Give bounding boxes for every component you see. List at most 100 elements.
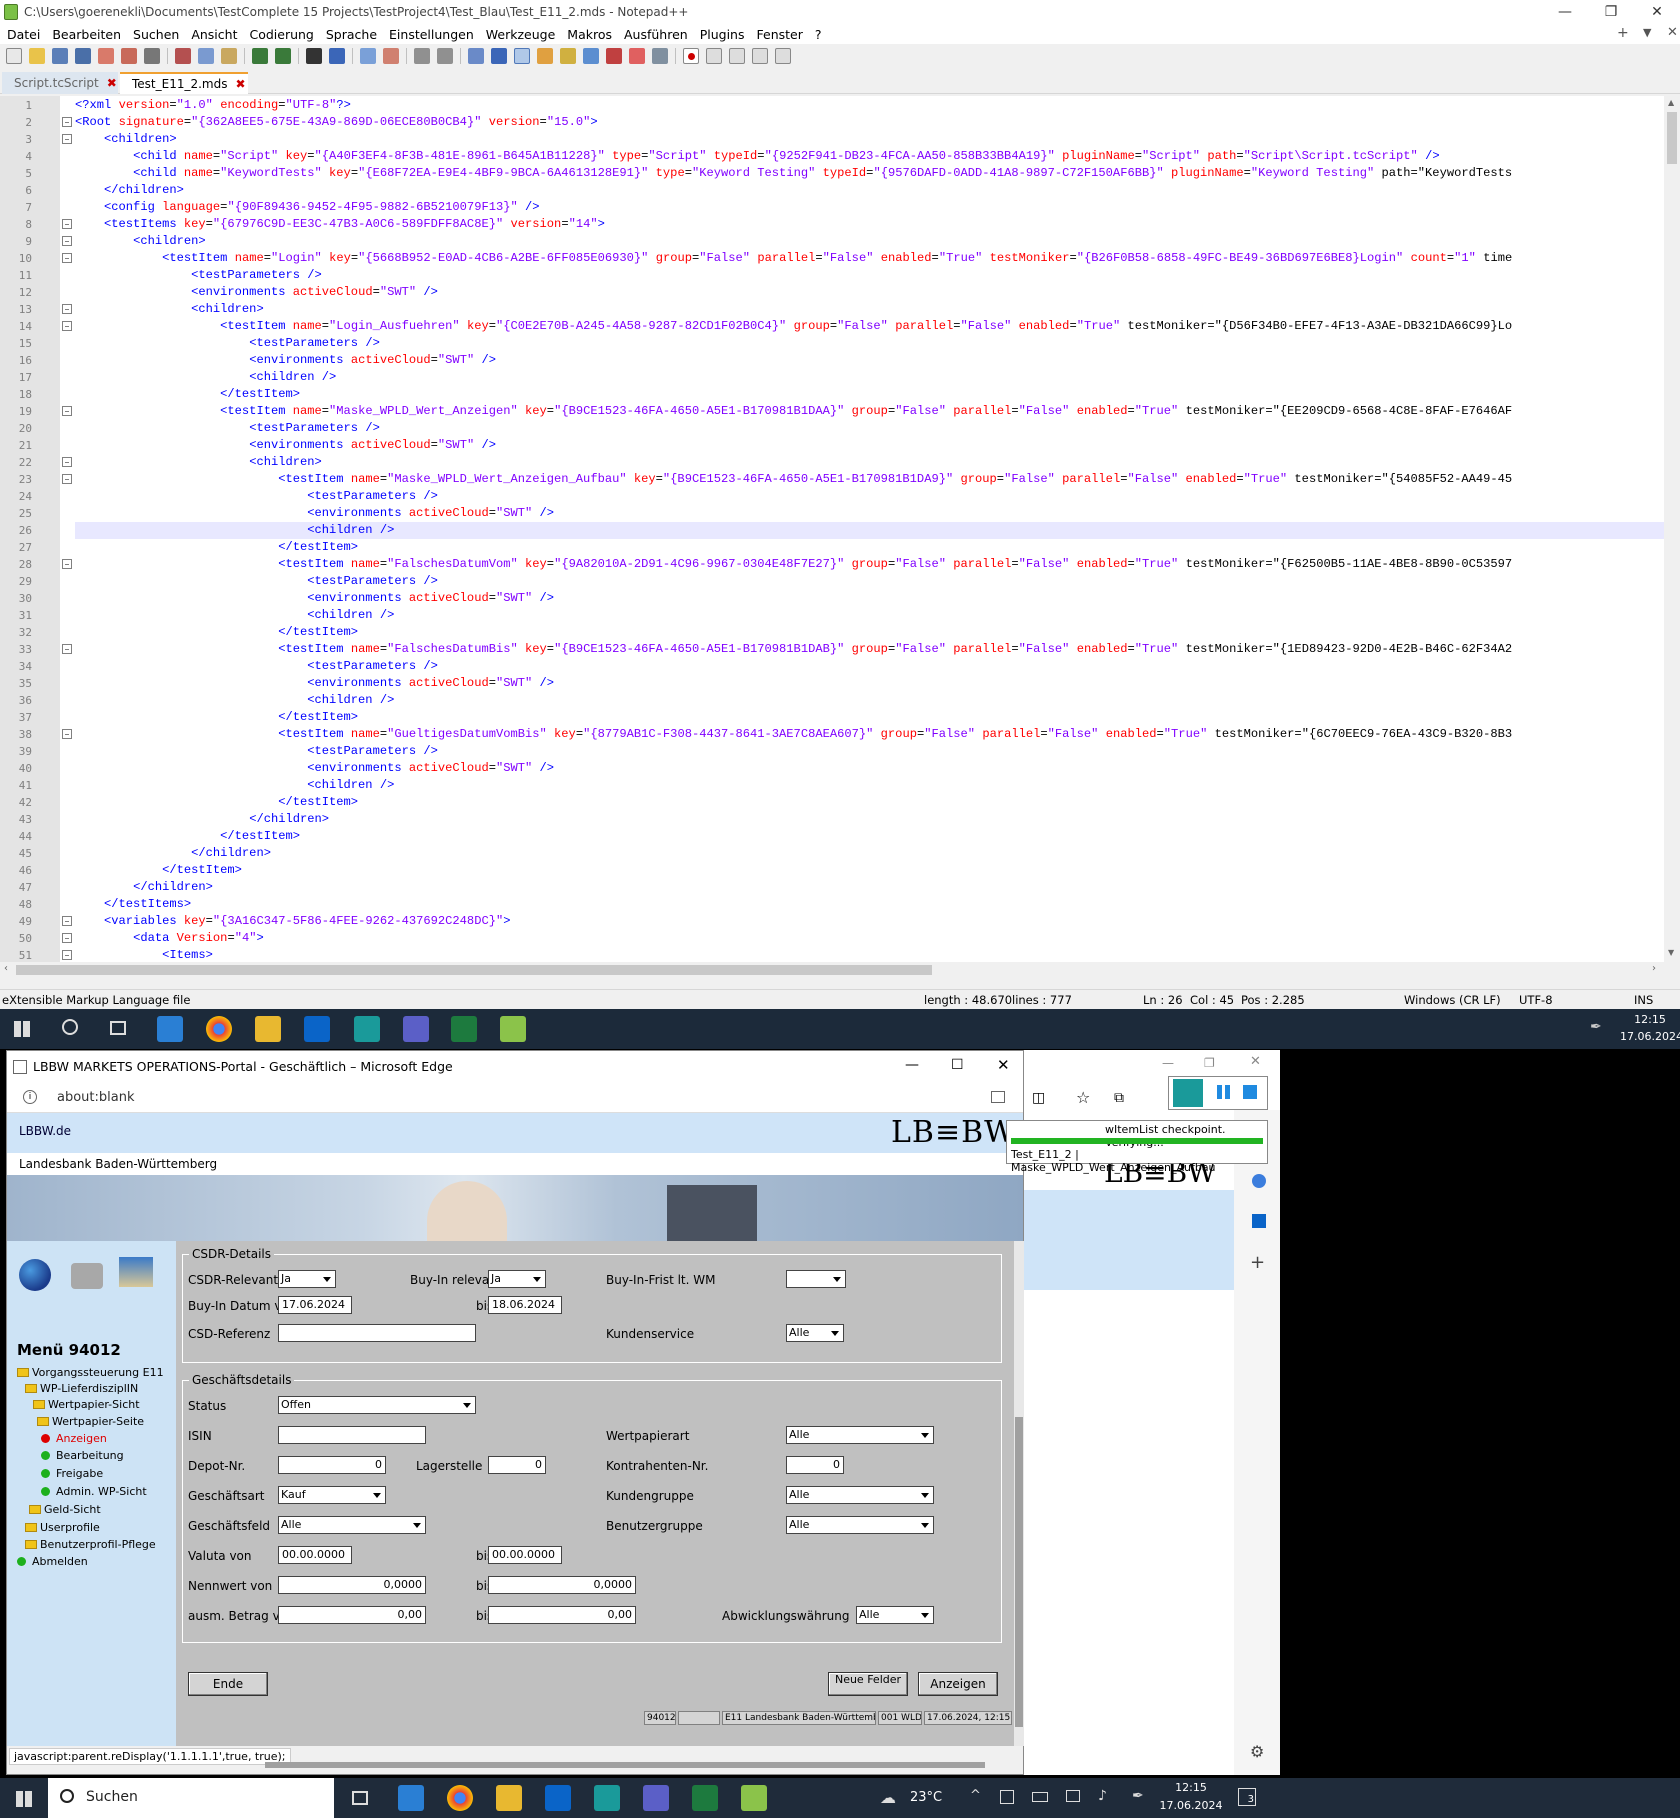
file-explorer-icon[interactable] bbox=[255, 1016, 281, 1042]
excel-icon[interactable] bbox=[692, 1785, 718, 1811]
volume-icon[interactable]: ♪ bbox=[1098, 1788, 1107, 1804]
ende-button[interactable]: Ende bbox=[188, 1672, 268, 1696]
collections-icon[interactable]: ⧉ bbox=[1114, 1090, 1124, 1106]
lbbw-link[interactable]: LBBW.de bbox=[19, 1124, 71, 1138]
stop-macro-icon[interactable] bbox=[706, 48, 722, 64]
menu-sprache[interactable]: Sprache bbox=[326, 27, 377, 42]
save-all-icon[interactable] bbox=[75, 48, 91, 64]
fold-toggle-icon[interactable] bbox=[62, 950, 72, 960]
geschaeftsfeld-select[interactable]: Alle bbox=[278, 1516, 426, 1534]
code-line[interactable]: <environments activeCloud="SWT" /> bbox=[75, 760, 554, 777]
word-wrap-icon[interactable] bbox=[468, 48, 484, 64]
csd-referenz-input[interactable] bbox=[278, 1324, 476, 1342]
outlook-icon[interactable] bbox=[304, 1016, 330, 1042]
code-line[interactable]: <child name="KeywordTests" key="{E68F72E… bbox=[75, 165, 1512, 182]
code-line[interactable]: <environments activeCloud="SWT" /> bbox=[75, 505, 554, 522]
code-line[interactable]: </children> bbox=[75, 182, 184, 199]
code-line[interactable]: <children /> bbox=[75, 369, 336, 386]
ausm-betrag-von-input[interactable]: 0,00 bbox=[278, 1606, 426, 1624]
favorites-icon[interactable]: ☆ bbox=[1076, 1088, 1090, 1107]
depot-nr-input[interactable]: 0 bbox=[278, 1456, 386, 1474]
notepadpp-taskbar-icon[interactable] bbox=[500, 1016, 526, 1042]
record-macro-icon[interactable] bbox=[683, 48, 699, 64]
code-line[interactable]: <testParameters /> bbox=[75, 573, 438, 590]
code-line[interactable]: <environments activeCloud="SWT" /> bbox=[75, 284, 438, 301]
indent-guide-icon[interactable] bbox=[514, 48, 530, 64]
code-line[interactable]: </testItem> bbox=[75, 794, 358, 811]
add-tab-icon[interactable]: + bbox=[1617, 25, 1629, 41]
fold-toggle-icon[interactable] bbox=[62, 236, 72, 246]
code-line[interactable]: </testItem> bbox=[75, 386, 300, 403]
close-button[interactable]: ✕ bbox=[1250, 1054, 1261, 1069]
fold-toggle-icon[interactable] bbox=[62, 304, 72, 314]
code-line[interactable]: <variables key="{3A16C347-5F86-4FEE-9262… bbox=[75, 913, 510, 930]
code-line[interactable]: <testParameters /> bbox=[75, 420, 380, 437]
sync-v-icon[interactable] bbox=[414, 48, 430, 64]
fold-toggle-icon[interactable] bbox=[62, 933, 72, 943]
kundenservice-select[interactable]: Alle bbox=[786, 1324, 844, 1342]
view-icon[interactable] bbox=[652, 48, 668, 64]
menu-codierung[interactable]: Codierung bbox=[249, 27, 313, 42]
task-view-icon[interactable] bbox=[352, 1791, 368, 1805]
code-line[interactable]: <testParameters /> bbox=[75, 488, 438, 505]
code-line[interactable]: <children> bbox=[75, 301, 264, 318]
isin-input[interactable] bbox=[278, 1426, 426, 1444]
run-macro-multiple-icon[interactable] bbox=[752, 48, 768, 64]
menu-bearbeiten[interactable]: Bearbeiten bbox=[52, 27, 121, 42]
neue-felder-button[interactable]: Neue Felder bbox=[828, 1672, 908, 1696]
sync-h-icon[interactable] bbox=[437, 48, 453, 64]
kontrahenten-nr-input[interactable]: 0 bbox=[786, 1456, 844, 1474]
open-file-icon[interactable] bbox=[29, 48, 45, 64]
code-line[interactable]: <children /> bbox=[75, 692, 394, 709]
code-line[interactable]: </testItem> bbox=[75, 709, 358, 726]
menu-plugins[interactable]: Plugins bbox=[700, 27, 745, 42]
taskbar-search-box[interactable]: Suchen bbox=[48, 1778, 334, 1818]
code-line[interactable]: <children> bbox=[75, 233, 206, 250]
settings-icon[interactable]: ⚙ bbox=[1250, 1742, 1264, 1761]
fold-toggle-icon[interactable] bbox=[62, 321, 72, 331]
globe-icon[interactable] bbox=[19, 1259, 51, 1291]
func-list-icon[interactable] bbox=[583, 48, 599, 64]
form-scroll-thumb[interactable] bbox=[1015, 1417, 1023, 1727]
windows-start-icon[interactable] bbox=[16, 1791, 32, 1807]
tray-app-icon[interactable] bbox=[1000, 1790, 1014, 1804]
tab-close-icon[interactable]: ✖ bbox=[107, 76, 117, 90]
close-file-icon[interactable] bbox=[98, 48, 114, 64]
add-sidebar-icon[interactable]: + bbox=[1250, 1252, 1265, 1273]
print-icon[interactable] bbox=[144, 48, 160, 64]
play-macro-icon[interactable] bbox=[729, 48, 745, 64]
code-line[interactable]: <children /> bbox=[75, 607, 394, 624]
code-line[interactable]: <children /> bbox=[75, 777, 394, 794]
fold-toggle-icon[interactable] bbox=[62, 729, 72, 739]
buyin-frist-select[interactable] bbox=[786, 1270, 846, 1288]
tab-test-e11-2[interactable]: Test_E11_2.mds ✖ bbox=[120, 72, 248, 94]
code-line[interactable]: <children /> bbox=[75, 522, 394, 539]
tray-chevron-icon[interactable]: ^ bbox=[970, 1788, 981, 1803]
menu-makros[interactable]: Makros bbox=[567, 27, 612, 42]
pause-icon[interactable] bbox=[1217, 1085, 1222, 1099]
csdr-relevant-select[interactable]: Ja bbox=[278, 1270, 336, 1288]
valuta-von-input[interactable]: 00.00.0000 bbox=[278, 1546, 352, 1564]
menu-ausfuehren[interactable]: Ausführen bbox=[624, 27, 688, 42]
nennwert-von-input[interactable]: 0,0000 bbox=[278, 1576, 426, 1594]
nennwert-bis-input[interactable]: 0,0000 bbox=[488, 1576, 636, 1594]
code-line[interactable]: <testItem name="Maske_WPLD_Wert_Anzeigen… bbox=[75, 403, 1512, 420]
chrome-icon[interactable] bbox=[206, 1016, 232, 1042]
code-line[interactable]: <?xml version="1.0" encoding="UTF-8"?> bbox=[75, 97, 351, 114]
tab-close-icon[interactable]: ✖ bbox=[236, 77, 246, 91]
code-line[interactable]: <environments activeCloud="SWT" /> bbox=[75, 675, 554, 692]
menu-fenster[interactable]: Fenster bbox=[757, 27, 803, 42]
menu-help[interactable]: ? bbox=[815, 27, 822, 42]
zoom-out-icon[interactable] bbox=[383, 48, 399, 64]
geschaeftsart-select[interactable]: Kauf bbox=[278, 1486, 386, 1504]
info-icon[interactable]: i bbox=[23, 1090, 37, 1104]
fold-toggle-icon[interactable] bbox=[62, 559, 72, 569]
close-doc-icon[interactable]: ✕ bbox=[1667, 25, 1678, 40]
chrome-icon[interactable] bbox=[447, 1785, 473, 1811]
pen-icon[interactable]: ✒ bbox=[1590, 1019, 1602, 1035]
code-line[interactable]: </testItem> bbox=[75, 828, 300, 845]
code-line[interactable]: <testItem name="Login_Ausfuehren" key="{… bbox=[75, 318, 1512, 335]
code-line[interactable]: <environments activeCloud="SWT" /> bbox=[75, 352, 496, 369]
menu-einstellungen[interactable]: Einstellungen bbox=[389, 27, 474, 42]
nav-wertpapier-sicht[interactable]: Wertpapier-Sicht bbox=[33, 1398, 140, 1411]
